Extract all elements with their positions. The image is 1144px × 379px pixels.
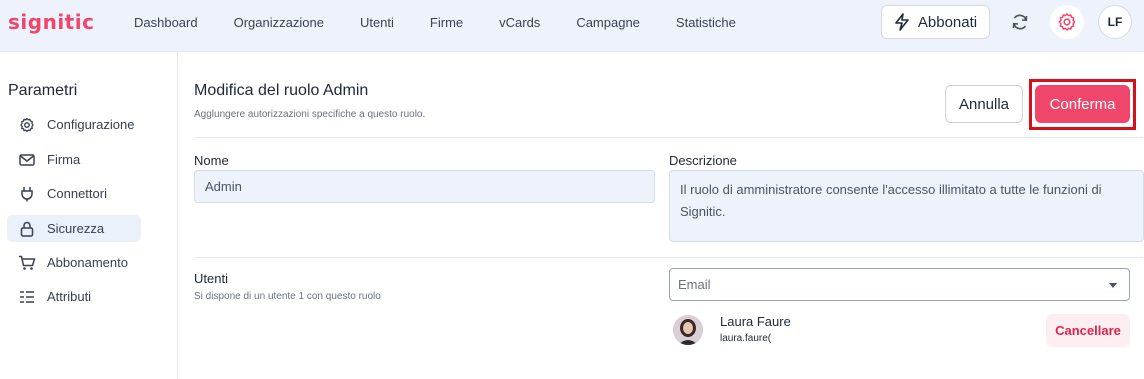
sidebar-item-configurazione[interactable]: Configurazione: [7, 111, 141, 138]
plug-icon: [18, 185, 36, 203]
lock-icon: [18, 220, 36, 238]
sidebar-item-attributi[interactable]: Attributi: [7, 283, 141, 310]
sidebar-item-label: Abbonamento: [47, 255, 128, 270]
list-icon: [18, 288, 36, 306]
settings-button[interactable]: [1050, 5, 1084, 39]
sidebar-item-label: Connettori: [47, 186, 107, 201]
user-name: Laura Faure: [720, 314, 791, 329]
divider: [194, 257, 1143, 258]
refresh-icon: [1012, 14, 1028, 30]
page-subtitle: Agglungere autorizzazioni specifiche a q…: [194, 109, 426, 120]
sidebar-item-sicurezza[interactable]: Sicurezza: [7, 215, 141, 242]
users-label: Utenti: [194, 271, 228, 286]
app-logo[interactable]: signitic: [8, 10, 94, 34]
sidebar-item-connettori[interactable]: Connettori: [7, 180, 141, 207]
main-nav: Dashboard Organizzazione Utenti Firme vC…: [116, 0, 754, 44]
lightning-icon: [895, 13, 909, 31]
nav-item-organizzazione[interactable]: Organizzazione: [234, 15, 324, 30]
subscribe-label: Abbonati: [917, 13, 978, 31]
sidebar-item-label: Sicurezza: [47, 221, 105, 236]
nav-item-dashboard[interactable]: Dashboard: [134, 15, 198, 30]
avatar-initials: LF: [1107, 15, 1123, 29]
page-title: Modifica del ruolo Admin: [194, 82, 369, 99]
mail-icon: [18, 151, 36, 169]
delete-user-button[interactable]: Cancellare: [1046, 314, 1130, 347]
sidebar-item-firma[interactable]: Firma: [7, 146, 141, 173]
user-email: laura.faure(: [720, 333, 772, 344]
description-field[interactable]: Il ruolo di amministratore consente l'ac…: [669, 170, 1144, 242]
nav-item-utenti[interactable]: Utenti: [360, 15, 394, 30]
cart-icon: [18, 254, 36, 272]
sidebar-item-label: Attributi: [47, 289, 92, 304]
users-subtitle: Si dispone di un utente 1 con questo ruo…: [194, 291, 381, 302]
nav-item-statistiche[interactable]: Statistiche: [676, 15, 736, 30]
nav-item-vcards[interactable]: vCards: [499, 15, 540, 30]
gear-icon: [18, 116, 36, 134]
description-label: Descrizione: [669, 153, 737, 168]
sidebar-item-label: Configurazione: [47, 117, 135, 132]
name-field[interactable]: Admin: [194, 170, 655, 203]
sidebar-item-abbonamento[interactable]: Abbonamento: [7, 249, 141, 276]
email-placeholder: Email: [678, 277, 711, 292]
email-select[interactable]: Email: [669, 268, 1130, 301]
confirm-button[interactable]: Conferma: [1035, 85, 1130, 123]
sync-button[interactable]: [1003, 5, 1037, 39]
cancel-button[interactable]: Annulla: [945, 85, 1023, 123]
top-bar: signitic Dashboard Organizzazione Utenti…: [0, 0, 1144, 52]
name-label: Nome: [194, 153, 229, 168]
chevron-down-icon[interactable]: [1109, 283, 1117, 288]
user-photo: [673, 315, 703, 345]
sidebar-title: Parametri: [8, 82, 78, 99]
sidebar: Parametri Configurazione Firma Connettor…: [0, 52, 178, 379]
sidebar-item-label: Firma: [47, 152, 81, 167]
user-avatar-button[interactable]: LF: [1098, 5, 1132, 39]
subscribe-button[interactable]: Abbonati: [881, 5, 990, 39]
divider: [194, 137, 1143, 138]
gear-icon: [1058, 13, 1076, 31]
nav-item-firme[interactable]: Firme: [430, 15, 463, 30]
nav-item-campagne[interactable]: Campagne: [576, 15, 640, 30]
